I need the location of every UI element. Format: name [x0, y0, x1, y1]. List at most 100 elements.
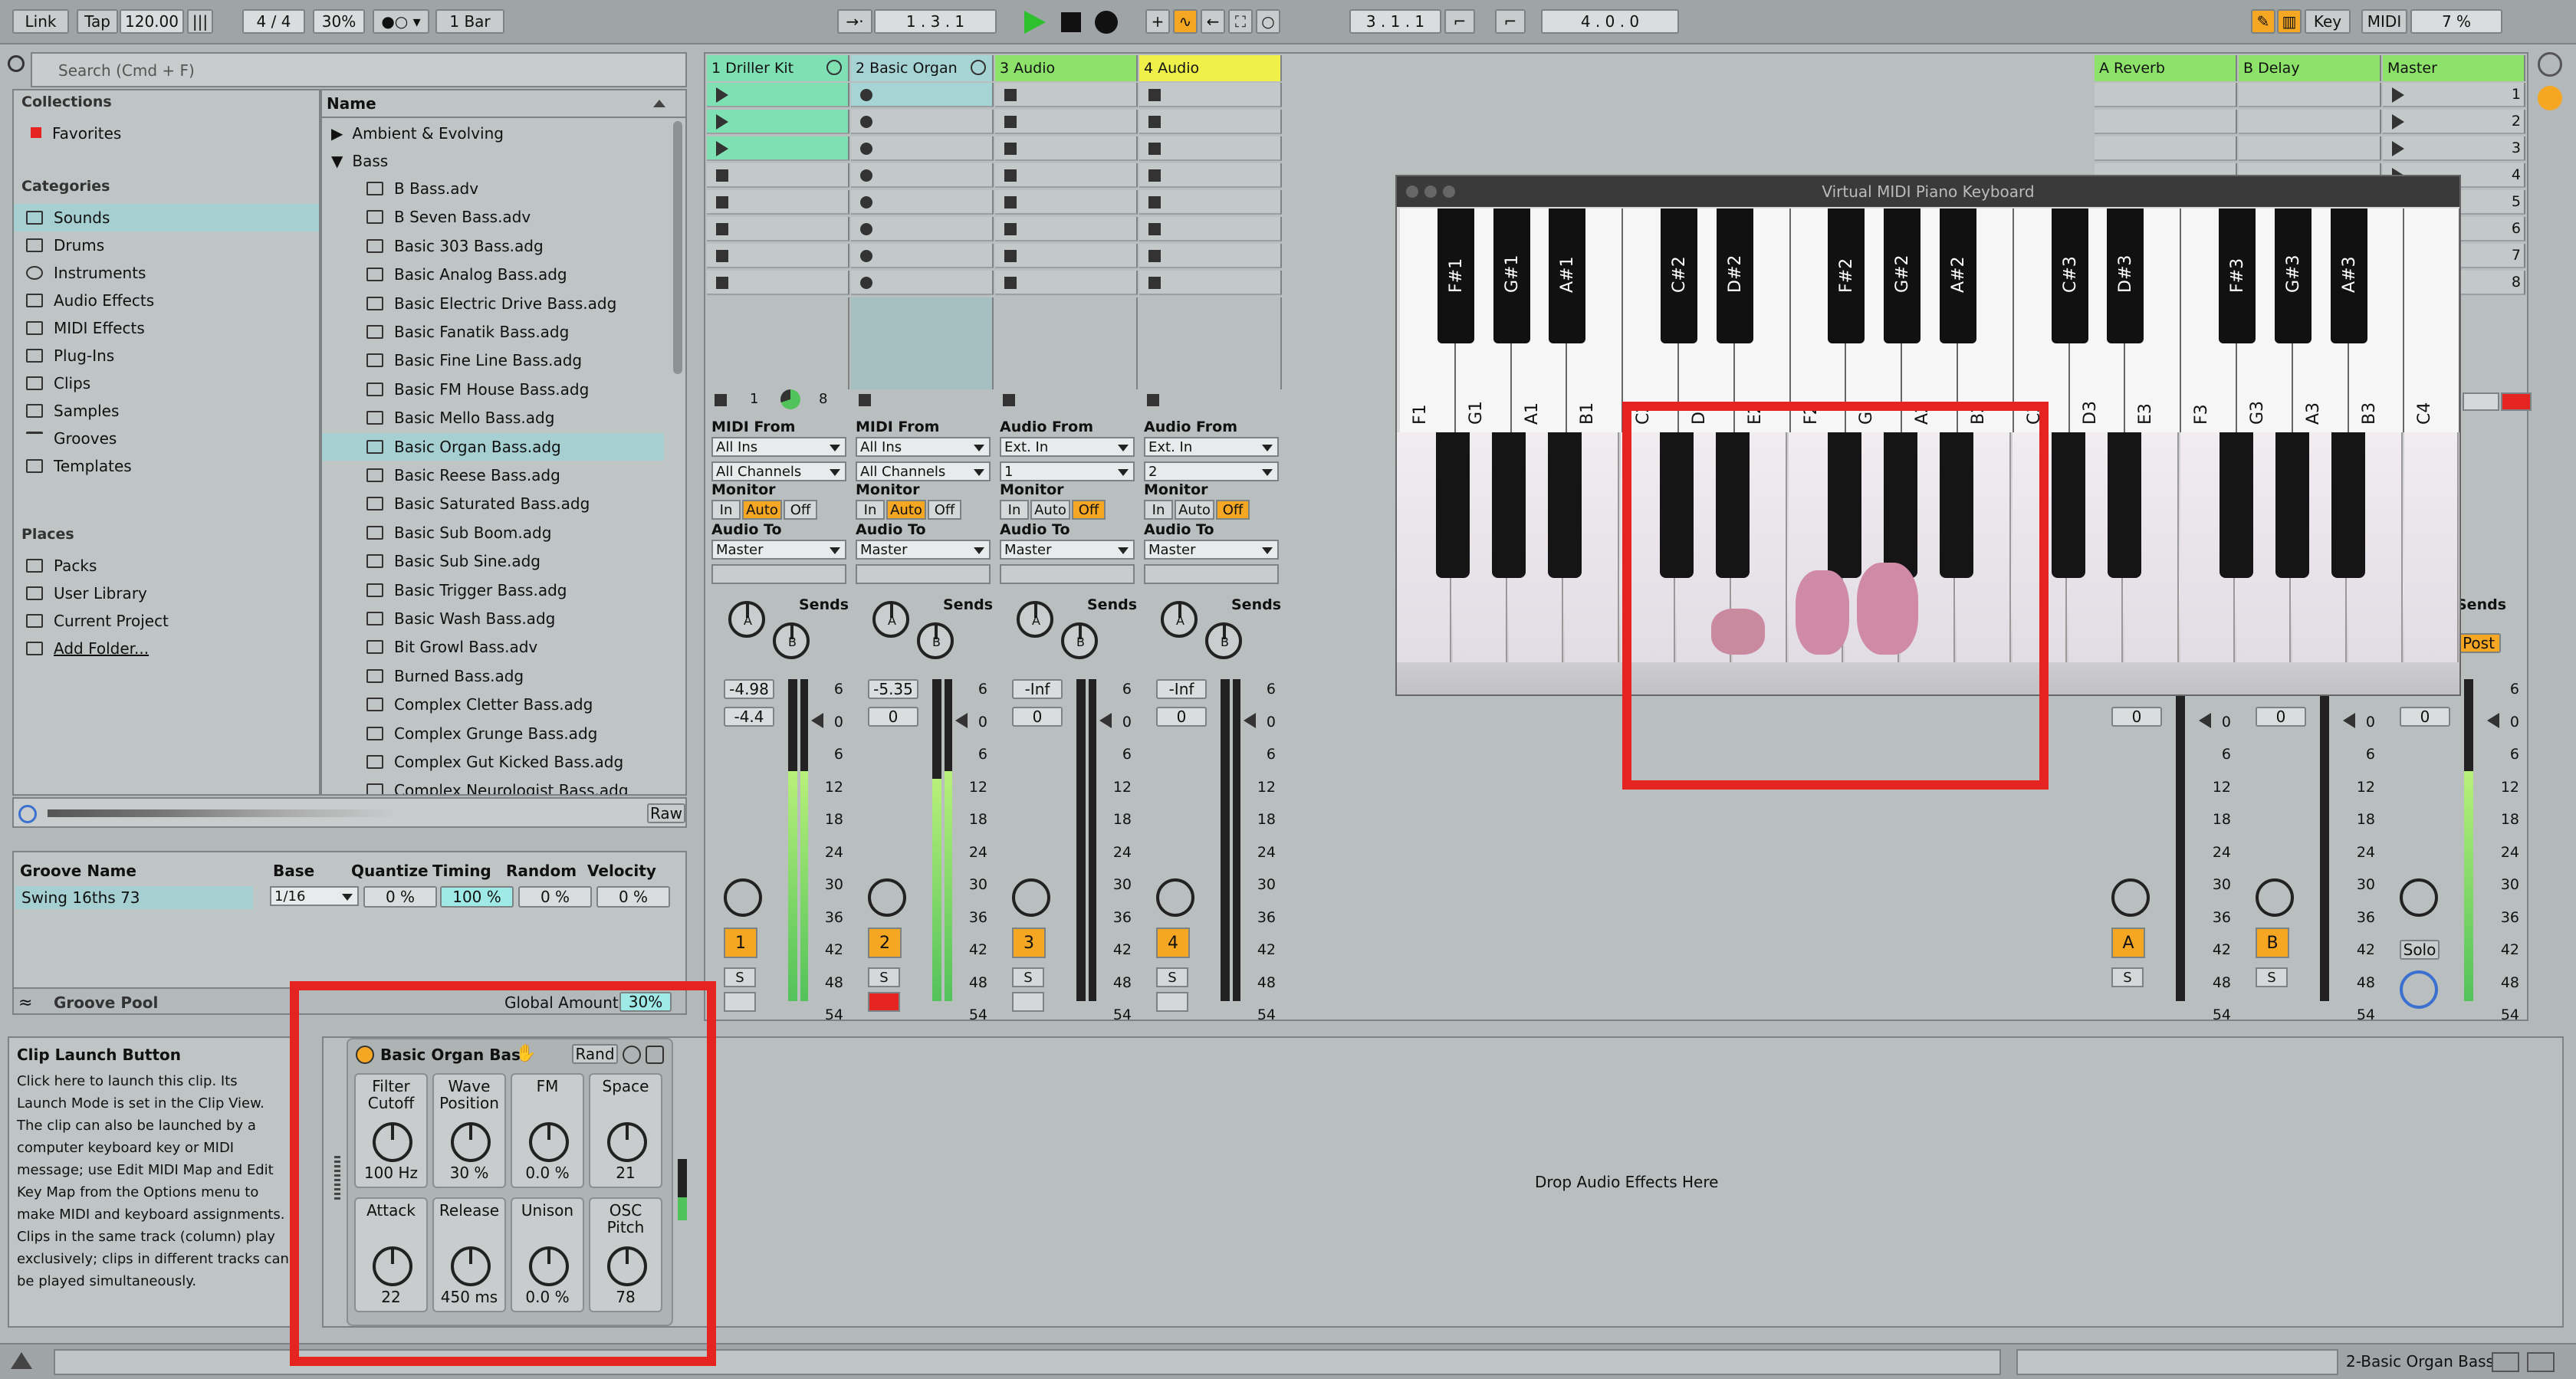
- return-activator-button[interactable]: B: [2256, 928, 2289, 958]
- output-channel-field[interactable]: [856, 564, 991, 584]
- input-source-dropdown[interactable]: Ext. In: [1144, 437, 1279, 457]
- sidebar-item-drums[interactable]: Drums: [14, 231, 319, 259]
- clip-slot[interactable]: [851, 217, 994, 241]
- track-header-1[interactable]: 1 Driller Kit: [707, 55, 849, 81]
- sidebar-item-instruments[interactable]: Instruments: [14, 259, 319, 287]
- track-fold-icon[interactable]: [826, 60, 842, 75]
- clip-slot[interactable]: [851, 136, 994, 161]
- clip-view-icon[interactable]: [2492, 1352, 2519, 1372]
- track-header-4[interactable]: 4 Audio: [1139, 55, 1282, 81]
- sidebar-item-add-folder[interactable]: Add Folder...: [14, 635, 319, 662]
- monitor-off-button[interactable]: Off: [1072, 500, 1106, 520]
- sidebar-item-user-library[interactable]: User Library: [14, 580, 319, 607]
- return-volume-field[interactable]: 0: [2400, 707, 2450, 727]
- clip-slot[interactable]: [995, 83, 1138, 107]
- input-channel-dropdown[interactable]: 1: [1000, 461, 1135, 481]
- track-volume-field[interactable]: -Inf: [1012, 679, 1063, 699]
- overdub-icon[interactable]: +: [1145, 9, 1170, 34]
- file-item[interactable]: Basic Sub Sine.adg: [322, 547, 664, 575]
- clip-slot[interactable]: [707, 244, 849, 268]
- input-source-dropdown[interactable]: All Ins: [711, 437, 846, 457]
- groove-velocity-field[interactable]: 0 %: [596, 886, 670, 908]
- tap-button[interactable]: Tap: [77, 9, 118, 34]
- file-item[interactable]: Burned Bass.adg: [322, 662, 664, 690]
- solo-button[interactable]: S: [2111, 967, 2144, 987]
- punch-in-icon[interactable]: ⌐: [1444, 9, 1475, 34]
- macro-knob[interactable]: [451, 1122, 491, 1162]
- clip-stop-icon[interactable]: [1148, 116, 1161, 128]
- macro-2[interactable]: Wave Position 30 %: [432, 1073, 506, 1188]
- black-key[interactable]: A#3: [2330, 208, 2367, 343]
- scene-number[interactable]: 4: [2490, 166, 2521, 183]
- key-map-button[interactable]: Key: [2305, 9, 2351, 34]
- zoom-field[interactable]: 30%: [313, 9, 365, 34]
- clip-slot[interactable]: [851, 244, 994, 268]
- keyboard-icon[interactable]: ▥: [2277, 9, 2302, 34]
- right-toggle-icon[interactable]: [2538, 52, 2562, 77]
- macro-4[interactable]: Space 21: [589, 1073, 662, 1188]
- back-to-arrangement-icon[interactable]: ←: [1201, 9, 1225, 34]
- track-pan-value[interactable]: 0: [868, 707, 918, 727]
- clip-slot[interactable]: [851, 83, 994, 107]
- file-item[interactable]: Basic 303 Bass.adg: [322, 232, 664, 260]
- clip-slot[interactable]: [851, 271, 994, 295]
- file-item[interactable]: Basic Fanatik Bass.adg: [322, 318, 664, 346]
- scene-launch-icon[interactable]: [2392, 87, 2404, 103]
- device-on-icon[interactable]: [356, 1046, 374, 1064]
- automation-arm-icon[interactable]: ∿: [1173, 9, 1198, 34]
- arrangement-position[interactable]: 1 . 3 . 1: [874, 9, 997, 34]
- sidebar-item-audio-effects[interactable]: Audio Effects: [14, 287, 319, 314]
- macro-knob[interactable]: [607, 1122, 647, 1162]
- macro-knob[interactable]: [451, 1246, 491, 1286]
- folder-ambient[interactable]: ▶ Ambient & Evolving: [322, 120, 685, 147]
- track-header-2[interactable]: 2 Basic Organ: [851, 55, 994, 81]
- quantize-dropdown[interactable]: 1 Bar: [435, 9, 504, 34]
- clip-stop-icon[interactable]: [1004, 277, 1017, 289]
- post-button[interactable]: Post: [2456, 633, 2501, 653]
- output-dropdown[interactable]: Master: [1144, 540, 1279, 560]
- track-stop-icon[interactable]: [859, 394, 871, 406]
- macro-5[interactable]: Attack 22: [354, 1197, 428, 1312]
- monitor-auto-button[interactable]: Auto: [886, 500, 926, 520]
- output-channel-field[interactable]: [1000, 564, 1135, 584]
- black-key[interactable]: F#1: [1437, 208, 1474, 343]
- arm-icon[interactable]: [1012, 992, 1044, 1012]
- sidebar-item-grooves[interactable]: Grooves: [14, 425, 319, 452]
- clip-stop-icon[interactable]: [1004, 169, 1017, 182]
- clip-slot[interactable]: [995, 190, 1138, 215]
- clip-stop-icon[interactable]: [716, 196, 728, 208]
- browser-scrollbar[interactable]: [673, 121, 682, 374]
- file-item[interactable]: Bit Growl Bass.adv: [322, 633, 664, 661]
- punch-out-icon[interactable]: ⌐: [1495, 9, 1526, 34]
- clip-slot[interactable]: [1139, 163, 1282, 188]
- solo-cue-button[interactable]: Solo: [2400, 940, 2440, 960]
- file-item[interactable]: Complex Cletter Bass.adg: [322, 691, 664, 718]
- monitor-auto-button[interactable]: Auto: [742, 500, 782, 520]
- browser-toggle-icon[interactable]: [8, 55, 25, 72]
- groove-pool-toggle-icon[interactable]: ≈: [18, 993, 32, 1013]
- pan-knob[interactable]: [1156, 878, 1194, 917]
- pan-knob[interactable]: [2111, 878, 2150, 917]
- scene-number[interactable]: 1: [2490, 86, 2521, 103]
- file-item[interactable]: Basic FM House Bass.adg: [322, 376, 664, 403]
- file-item[interactable]: Basic Electric Drive Bass.adg: [322, 290, 664, 317]
- session-view-icon[interactable]: [2538, 86, 2562, 110]
- link-button[interactable]: Link: [12, 9, 69, 34]
- scene-number[interactable]: 6: [2490, 220, 2521, 237]
- solo-button[interactable]: S: [1012, 967, 1044, 987]
- clip-slot[interactable]: [707, 83, 849, 107]
- track-header-3[interactable]: 3 Audio: [995, 55, 1138, 81]
- arm-icon[interactable]: [1156, 992, 1188, 1012]
- pan-knob[interactable]: [1012, 878, 1050, 917]
- rand-button[interactable]: Rand: [572, 1044, 618, 1064]
- status-toggle-icon[interactable]: [11, 1352, 32, 1369]
- monitor-in-button[interactable]: In: [1000, 500, 1029, 520]
- return-slot[interactable]: [2095, 136, 2237, 161]
- track-pan-value[interactable]: -4.4: [724, 707, 774, 727]
- record-arm-slot-icon[interactable]: [860, 223, 872, 235]
- black-key[interactable]: C#3: [2051, 208, 2088, 343]
- black-key[interactable]: A#1: [1549, 208, 1586, 343]
- search-bar[interactable]: Search (Cmd + F): [31, 52, 687, 87]
- clip-stop-icon[interactable]: [716, 169, 728, 182]
- stop-icon[interactable]: [1061, 12, 1081, 32]
